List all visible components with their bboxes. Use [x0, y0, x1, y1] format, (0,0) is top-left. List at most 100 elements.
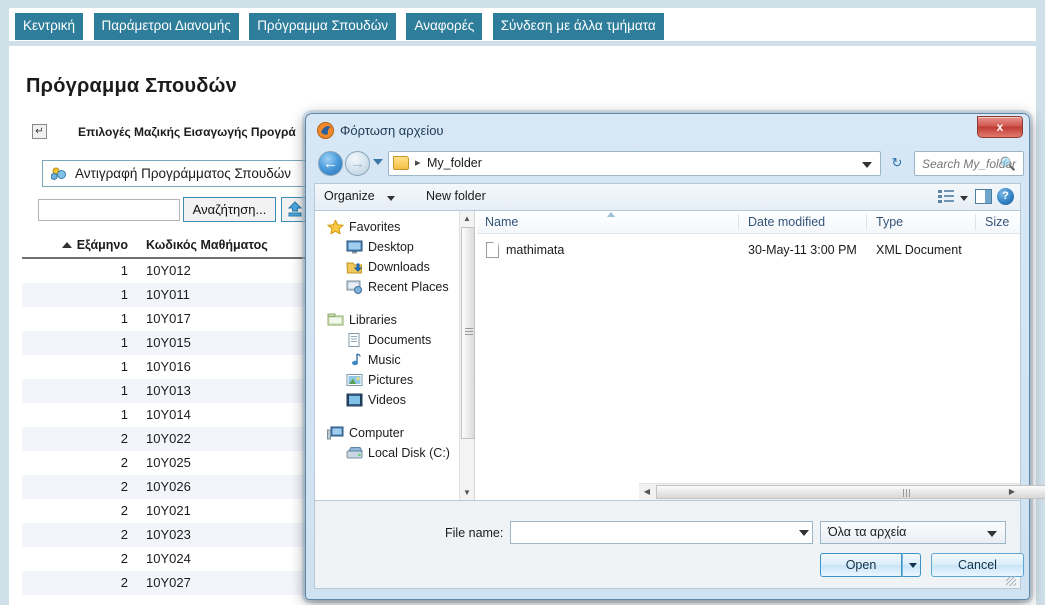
table-row[interactable]: 2 10Y025 — [22, 451, 312, 475]
file-list-item[interactable]: mathimata 30-May-11 3:00 PM XML Document — [477, 240, 1020, 264]
refresh-icon[interactable]: ↻ — [886, 152, 908, 175]
dialog-title-bar[interactable]: Φόρτωση αρχείου x — [309, 116, 1026, 147]
cell-course-code: 10Y022 — [140, 427, 312, 451]
file-name: mathimata — [506, 243, 565, 257]
nav-pane-item-recent-places[interactable]: Recent Places — [315, 277, 459, 297]
view-list-icon[interactable] — [938, 189, 954, 204]
table-row[interactable]: 2 10Y027 — [22, 571, 312, 595]
cell-course-code: 10Y023 — [140, 523, 312, 547]
table-row[interactable]: 2 10Y021 — [22, 499, 312, 523]
dialog-address-bar: ← → ▸ My_folder ↻ Search My_folder 🔍 — [314, 148, 1024, 180]
table-row[interactable]: 2 10Y024 — [22, 547, 312, 571]
nav-item-anafores[interactable]: Αναφορές — [406, 13, 483, 40]
copy-program-button[interactable]: Αντιγραφή Προγράμματος Σπουδών — [42, 160, 308, 187]
file-upload-dialog: Φόρτωση αρχείου x ← → ▸ My_folder ↻ Sear… — [305, 113, 1045, 600]
column-header-semester[interactable]: Εξάμηνο — [22, 235, 140, 259]
nav-pane-item-label: Libraries — [349, 313, 397, 327]
chevron-down-icon[interactable] — [387, 196, 395, 201]
table-row[interactable]: 2 10Y022 — [22, 427, 312, 451]
downloads-icon — [346, 260, 363, 274]
table-row[interactable]: 1 10Y016 — [22, 355, 312, 379]
nav-pane-item-libraries[interactable]: Libraries — [315, 310, 459, 330]
nav-item-parametroi-dianomis[interactable]: Παράμετροι Διανομής — [93, 13, 239, 40]
navigation-pane-scrollbar[interactable]: ▲ ▼ — [459, 211, 475, 500]
nav-pane-item-documents[interactable]: Documents — [315, 330, 459, 350]
open-split-dropdown-button[interactable] — [902, 553, 921, 577]
file-name-label: File name: — [445, 526, 504, 540]
nav-pane-item-downloads[interactable]: Downloads — [315, 257, 459, 277]
table-row[interactable]: 1 10Y017 — [22, 307, 312, 331]
table-body: 1 10Y012 1 10Y011 1 10Y017 1 10Y015 1 10Y016 1 10Y0… — [22, 258, 312, 595]
cell-semester: 2 — [120, 503, 128, 518]
nav-pane-item-computer[interactable]: Computer — [315, 423, 459, 443]
table-row[interactable]: 1 10Y015 — [22, 331, 312, 355]
open-button[interactable]: Open — [820, 553, 902, 577]
cell-semester: 2 — [22, 427, 140, 451]
file-column-date-modified[interactable]: Date modified — [748, 215, 825, 229]
chevron-down-icon[interactable] — [799, 530, 809, 536]
scrollbar-thumb[interactable] — [656, 485, 1045, 499]
dialog-body: Favorites Desktop Downloads Recent Places Li… — [314, 210, 1045, 501]
file-column-type[interactable]: Type — [876, 215, 903, 229]
table-row[interactable]: 1 10Y012 — [22, 258, 312, 283]
scroll-down-icon[interactable]: ▼ — [460, 485, 474, 500]
expander-toggle-icon[interactable]: ↵ — [32, 124, 47, 139]
table-row[interactable]: 1 10Y014 — [22, 403, 312, 427]
cancel-button[interactable]: Cancel — [931, 553, 1024, 577]
scroll-right-icon[interactable]: ▶ — [1004, 484, 1020, 500]
cell-course-code: 10Y017 — [146, 311, 191, 326]
preview-pane-icon[interactable] — [975, 189, 992, 204]
scroll-left-icon[interactable]: ◀ — [639, 484, 655, 500]
desktop-icon — [346, 240, 363, 254]
file-list-horizontal-scrollbar[interactable]: ◀ ▶ — [639, 483, 1045, 500]
cell-course-code: 10Y026 — [140, 475, 312, 499]
file-list-pane: Name Date modified Type Size mathimata 3… — [477, 211, 1045, 500]
videos-icon — [346, 393, 363, 407]
chevron-down-icon[interactable] — [862, 162, 872, 168]
header-divider — [738, 214, 739, 230]
chevron-down-icon[interactable] — [960, 196, 968, 201]
nav-item-programma-spoudon[interactable]: Πρόγραμμα Σπουδών — [249, 13, 396, 40]
nav-pane-item-desktop[interactable]: Desktop — [315, 237, 459, 257]
help-icon[interactable]: ? — [997, 188, 1014, 205]
nav-item-syndesi-alla-tmimata[interactable]: Σύνδεση με άλλα τμήματα — [492, 13, 664, 40]
file-column-size[interactable]: Size — [985, 215, 1009, 229]
forward-button[interactable]: → — [345, 151, 370, 176]
nav-pane-item-favorites[interactable]: Favorites — [315, 217, 459, 237]
search-input[interactable] — [38, 199, 180, 221]
table-row[interactable]: 1 10Y013 — [22, 379, 312, 403]
new-folder-button[interactable]: New folder — [426, 189, 486, 203]
table-row[interactable]: 2 10Y026 — [22, 475, 312, 499]
nav-item-kentriki[interactable]: Κεντρική — [15, 13, 84, 40]
column-header-course-code[interactable]: Κωδικός Μαθήματος — [140, 235, 312, 259]
file-column-name[interactable]: Name — [485, 215, 518, 229]
cell-course-code: 10Y015 — [140, 331, 312, 355]
dialog-search-box[interactable]: Search My_folder 🔍 — [914, 151, 1024, 176]
cell-semester: 2 — [120, 551, 128, 566]
file-name-input[interactable] — [510, 521, 813, 544]
breadcrumb-current-folder[interactable]: My_folder — [427, 156, 482, 170]
nav-pane-item-pictures[interactable]: Pictures — [315, 370, 459, 390]
resize-grip-icon[interactable] — [1006, 576, 1016, 586]
address-path-box[interactable]: ▸ My_folder — [388, 151, 881, 176]
table-row[interactable]: 1 10Y011 — [22, 283, 312, 307]
scroll-up-icon[interactable]: ▲ — [460, 211, 474, 226]
nav-pane-item-label: Downloads — [368, 260, 430, 274]
scrollbar-thumb[interactable] — [461, 227, 475, 439]
back-button[interactable]: ← — [318, 151, 343, 176]
recent-locations-dropdown-icon[interactable] — [373, 159, 383, 165]
cell-semester: 2 — [22, 523, 140, 547]
search-button[interactable]: Αναζήτηση... — [183, 197, 276, 222]
sort-ascending-icon — [607, 212, 615, 217]
application-page: Κεντρική Παράμετροι Διανομής Πρόγραμμα Σ… — [0, 0, 1045, 605]
file-type-filter-dropdown[interactable]: Όλα τα αρχεία — [820, 521, 1006, 544]
nav-pane-item-music[interactable]: Music — [315, 350, 459, 370]
organize-button[interactable]: Organize — [324, 189, 375, 203]
table-row[interactable]: 2 10Y023 — [22, 523, 312, 547]
close-icon[interactable]: x — [977, 116, 1023, 138]
mass-import-label: Επιλογές Μαζικής Εισαγωγής Προγρά — [78, 125, 296, 139]
nav-pane-item-local-disk-c[interactable]: Local Disk (C:) — [315, 443, 459, 463]
document-icon — [346, 333, 363, 347]
nav-pane-spacer — [315, 297, 459, 310]
nav-pane-item-videos[interactable]: Videos — [315, 390, 459, 410]
